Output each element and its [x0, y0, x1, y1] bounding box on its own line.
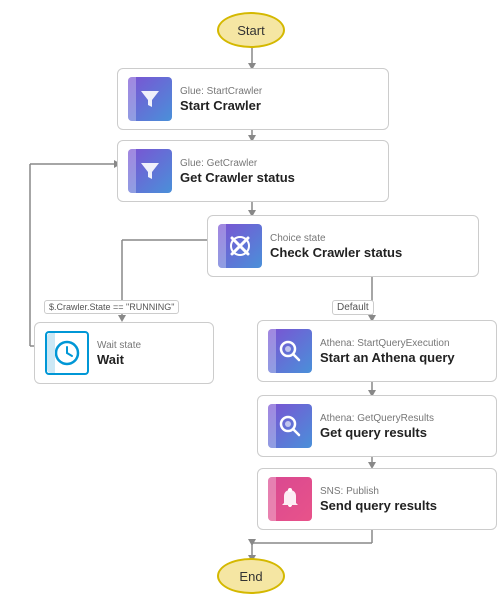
wait-icon [45, 331, 89, 375]
check-crawler-step[interactable]: Choice state Check Crawler status [207, 215, 479, 277]
start-node: Start [217, 12, 285, 48]
get-query-results-step[interactable]: Athena: GetQueryResults Get query result… [257, 395, 497, 457]
athena-start-icon [268, 329, 312, 373]
send-results-step[interactable]: SNS: Publish Send query results [257, 468, 497, 530]
glue-start-icon [128, 77, 172, 121]
start-crawler-step[interactable]: Glue: StartCrawler Start Crawler [117, 68, 389, 130]
get-crawler-step[interactable]: Glue: GetCrawler Get Crawler status [117, 140, 389, 202]
running-condition-label: $.Crawler.State == "RUNNING" [44, 300, 179, 314]
sns-icon [268, 477, 312, 521]
athena-results-icon [268, 404, 312, 448]
glue-get-icon [128, 149, 172, 193]
workflow-diagram: Start Glue: StartCrawler Start Crawler G… [12, 8, 492, 583]
end-node: End [217, 558, 285, 594]
start-athena-step[interactable]: Athena: StartQueryExecution Start an Ath… [257, 320, 497, 382]
choice-icon [218, 224, 262, 268]
wait-step[interactable]: Wait state Wait [34, 322, 214, 384]
default-condition-label: Default [332, 300, 374, 315]
